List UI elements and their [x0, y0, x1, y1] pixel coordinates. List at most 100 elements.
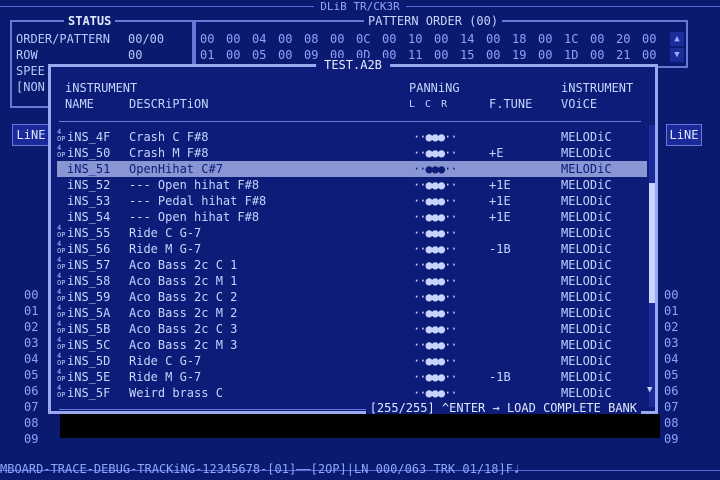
instrument-row[interactable]: 4 OP iNS_5F Weird brass C ··●●●·· MELODiC [57, 385, 647, 401]
instrument-name: iNS_5E [67, 370, 111, 384]
order-cell[interactable]: 15 [460, 48, 474, 62]
instrument-voice: MELODiC [561, 274, 612, 288]
instrument-voice: MELODiC [561, 306, 612, 320]
order-cell[interactable]: 00 [382, 32, 396, 46]
instrument-panning: ··●●●·· [413, 210, 458, 224]
status-order-value: 00/00 [128, 32, 165, 46]
order-cell[interactable]: 00 [434, 48, 448, 62]
instrument-row[interactable]: iNS_53 --- Pedal hihat F#8 ··●●●·· +1E MELOD… [57, 193, 647, 209]
instrument-row[interactable]: 4 OP iNS_5A Aco Bass 2c M 2 ··●●●·· MELODiC [57, 305, 647, 321]
instrument-row[interactable]: 4 OP iNS_55 Ride C G-7 ··●●●·· MELODiC [57, 225, 647, 241]
scroll-down-icon[interactable]: ▼ [647, 385, 652, 395]
order-cell[interactable]: 00 [590, 32, 604, 46]
order-cell[interactable]: 1C [564, 32, 578, 46]
order-cell[interactable]: 01 [200, 48, 214, 62]
instrument-name: iNS_52 [67, 178, 111, 192]
order-cell[interactable]: 00 [226, 32, 240, 46]
order-cell[interactable]: 18 [512, 32, 526, 46]
instrument-row[interactable]: iNS_51 OpenHihat C#7 ··●●●·· MELODiC [57, 161, 647, 177]
instrument-row[interactable]: 4 OP iNS_50 Crash M F#8 ··●●●·· +E MELODiC [57, 145, 647, 161]
order-cell[interactable]: 00 [226, 48, 240, 62]
order-cell[interactable]: 00 [330, 32, 344, 46]
instrument-name: iNS_59 [67, 290, 111, 304]
track-number-right: 04 [664, 352, 679, 366]
instrument-name: iNS_54 [67, 210, 111, 224]
status-speed-label: SPEE [16, 64, 45, 78]
instrument-voice: MELODiC [561, 194, 612, 208]
instrument-panning: ··●●●·· [413, 178, 458, 192]
instrument-row[interactable]: iNS_54 --- Open hihat F#8 ··●●●·· +1E MELODi… [57, 209, 647, 225]
instrument-row[interactable]: 4 OP iNS_5C Aco Bass 2c M 3 ··●●●·· MELODiC [57, 337, 647, 353]
order-scroll-up-icon[interactable]: ▲ [670, 32, 684, 46]
instrument-row[interactable]: 4 OP iNS_57 Aco Bass 2c C 1 ··●●●·· MELODiC [57, 257, 647, 273]
status-title: STATUS [64, 14, 116, 28]
status-row-value: 00 [128, 48, 143, 62]
instrument-description: Aco Bass 2c M 3 [129, 338, 238, 352]
instrument-panning: ··●●●·· [413, 242, 458, 256]
instrument-panning: ··●●●·· [413, 338, 458, 352]
instrument-description: Crash M F#8 [129, 146, 209, 160]
order-cell[interactable]: 00 [278, 32, 292, 46]
instrument-panning: ··●●●·· [413, 194, 458, 208]
instrument-row[interactable]: 4 OP iNS_5E Ride M G-7 ··●●●·· -1B MELODiC [57, 369, 647, 385]
order-cell[interactable]: 05 [252, 48, 266, 62]
order-cell[interactable]: 00 [642, 32, 656, 46]
col-instrument-top: iNSTRUMENT [65, 81, 138, 95]
col-name: NAME [65, 97, 94, 111]
instrument-row[interactable]: 4 OP iNS_59 Aco Bass 2c C 2 ··●●●·· MELODiC [57, 289, 647, 305]
instrument-name: iNS_4F [67, 130, 111, 144]
instrument-op-badge: 4 OP [57, 352, 66, 367]
order-cell[interactable]: 11 [408, 48, 422, 62]
order-cell[interactable]: 00 [434, 32, 448, 46]
instrument-voice: MELODiC [561, 258, 612, 272]
track-number-right: 05 [664, 368, 679, 382]
instrument-row[interactable]: 4 OP iNS_56 Ride M G-7 ··●●●·· -1B MELODiC [57, 241, 647, 257]
instrument-row[interactable]: 4 OP iNS_5D Ride C G-7 ··●●●·· MELODiC [57, 353, 647, 369]
instrument-row[interactable]: 4 OP iNS_58 Aco Bass 2c M 1 ··●●●·· MELODiC [57, 273, 647, 289]
order-cell[interactable]: 08 [304, 32, 318, 46]
track-number-right: 02 [664, 320, 679, 334]
track-number-right: 09 [664, 432, 679, 446]
instrument-description: Aco Bass 2c C 3 [129, 322, 238, 336]
order-cell[interactable]: 00 [538, 48, 552, 62]
order-cell[interactable]: 19 [512, 48, 526, 62]
track-number-right: 06 [664, 384, 679, 398]
instrument-panning: ··●●●·· [413, 130, 458, 144]
order-cell[interactable]: 0C [356, 32, 370, 46]
order-cell[interactable]: 00 [486, 32, 500, 46]
order-cell[interactable]: 10 [408, 32, 422, 46]
instrument-voice: MELODiC [561, 370, 612, 384]
instrument-name: iNS_53 [67, 194, 111, 208]
order-cell[interactable]: 00 [642, 48, 656, 62]
instrument-row[interactable]: 4 OP iNS_5B Aco Bass 2c C 3 ··●●●·· MELODiC [57, 321, 647, 337]
instrument-finetune: +1E [489, 194, 511, 208]
track-number-right: 01 [664, 304, 679, 318]
instrument-op-badge: 4 OP [57, 288, 66, 303]
instrument-voice: MELODiC [561, 338, 612, 352]
instrument-description: Ride M G-7 [129, 242, 202, 256]
instrument-description: Ride M G-7 [129, 370, 202, 384]
instrument-finetune: -1B [489, 370, 511, 384]
instrument-description: --- Pedal hihat F#8 [129, 194, 267, 208]
order-cell[interactable]: 04 [252, 32, 266, 46]
order-cell[interactable]: 21 [616, 48, 630, 62]
order-cell[interactable]: 00 [200, 32, 214, 46]
order-scroll-down-icon[interactable]: ▼ [670, 48, 684, 62]
instrument-row[interactable]: iNS_52 --- Open hihat F#8 ··●●●·· +1E MELODi… [57, 177, 647, 193]
instrument-name: iNS_56 [67, 242, 111, 256]
instrument-finetune: +1E [489, 210, 511, 224]
instrument-name: iNS_51 [67, 162, 111, 176]
load-bank-hint[interactable]: [255/255] ^ENTER → LOAD COMPLETE BANK [365, 401, 641, 415]
pattern-strip [60, 414, 660, 438]
order-cell[interactable]: 20 [616, 32, 630, 46]
list-scroll-thumb[interactable] [649, 183, 655, 303]
order-cell[interactable]: 00 [486, 48, 500, 62]
instrument-panning: ··●●●·· [413, 290, 458, 304]
order-cell[interactable]: 14 [460, 32, 474, 46]
order-cell[interactable]: 00 [538, 32, 552, 46]
order-cell[interactable]: 00 [590, 48, 604, 62]
order-cell[interactable]: 00 [278, 48, 292, 62]
instrument-row[interactable]: 4 OP iNS_4F Crash C F#8 ··●●●·· MELODiC [57, 129, 647, 145]
order-cell[interactable]: 1D [564, 48, 578, 62]
col-pan-lcr: L C R [409, 99, 450, 110]
